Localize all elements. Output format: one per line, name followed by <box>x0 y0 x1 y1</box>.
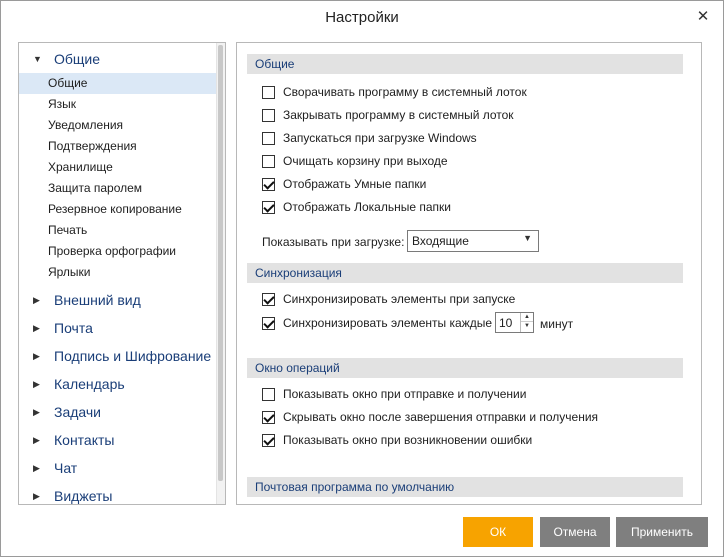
sidebar-scrollbar[interactable] <box>216 43 225 504</box>
section-header-sync: Синхронизация <box>247 263 683 283</box>
chevron-down-icon: ▼ <box>523 233 532 243</box>
option-label: Закрывать программу в системный лоток <box>283 108 514 122</box>
tree-category[interactable]: ▶ Почта <box>19 314 217 342</box>
sidebar-item[interactable]: Уведомления <box>19 115 217 136</box>
tree-category[interactable]: ▶ Чат <box>19 454 217 482</box>
sync-interval-unit: минут <box>540 317 574 331</box>
collapsed-arrow-icon: ▶ <box>33 323 40 333</box>
tree-category-label: Контакты <box>54 432 115 448</box>
checkbox[interactable] <box>262 293 275 306</box>
stepper-up-icon[interactable]: ▲ <box>521 313 533 322</box>
option-label: Запускаться при загрузке Windows <box>283 131 477 145</box>
option-label: Скрывать окно после завершения отправки … <box>283 410 599 424</box>
dialog-title: Настройки <box>325 9 399 26</box>
section-header-default-mail: Почтовая программа по умолчанию <box>247 477 683 497</box>
collapsed-arrow-icon: ▶ <box>33 463 40 473</box>
option-label: Синхронизировать элементы при запуске <box>283 292 516 306</box>
settings-panel: Общие Сворачивать программу в системный … <box>236 42 702 505</box>
stepper-down-icon[interactable]: ▼ <box>521 322 533 331</box>
tree-category-label: Виджеты <box>54 488 113 504</box>
option-label: Сворачивать программу в системный лоток <box>283 85 527 99</box>
sync-interval-stepper[interactable]: 10 ▲ ▼ <box>495 312 534 333</box>
option-label: Синхронизировать элементы каждые <box>283 316 493 330</box>
tree-category-label: Внешний вид <box>54 292 141 308</box>
sidebar-item[interactable]: Печать <box>19 220 217 241</box>
tree-category-label: Задачи <box>54 404 102 420</box>
tree-category[interactable]: ▶ Внешний вид <box>19 286 217 314</box>
tree-category[interactable]: ▶ Контакты <box>19 426 217 454</box>
sync-interval-value[interactable]: 10 <box>499 316 512 330</box>
apply-button[interactable]: Применить <box>616 517 708 547</box>
tree-category[interactable]: ▶ Календарь <box>19 370 217 398</box>
checkbox[interactable] <box>262 178 275 191</box>
tree-category-label: Календарь <box>54 376 125 392</box>
section-header-general: Общие <box>247 54 683 74</box>
tree-category-label: Общие <box>54 51 101 67</box>
tree-category[interactable]: ▶ Задачи <box>19 398 217 426</box>
sidebar-item[interactable]: Подтверждения <box>19 136 217 157</box>
settings-nav-tree: ▼ Общие Общие Язык Уведомления Подтверждени… <box>18 42 226 505</box>
startup-folder-label: Показывать при загрузке: <box>262 235 405 249</box>
option-label: Очищать корзину при выходе <box>283 154 448 168</box>
ok-button[interactable]: ОК <box>463 517 533 547</box>
close-icon[interactable]: ✕ <box>693 7 713 27</box>
checkbox[interactable] <box>262 201 275 214</box>
sidebar-item[interactable]: Ярлыки <box>19 262 217 283</box>
checkbox[interactable] <box>262 411 275 424</box>
sidebar-item[interactable]: Проверка орфографии <box>19 241 217 262</box>
collapsed-arrow-icon: ▶ <box>33 491 40 501</box>
collapsed-arrow-icon: ▶ <box>33 351 40 361</box>
title-bar: Настройки ✕ <box>1 1 723 35</box>
collapsed-arrow-icon: ▶ <box>33 379 40 389</box>
sidebar-item[interactable]: Резервное копирование <box>19 199 217 220</box>
startup-folder-select[interactable]: Входящие ▼ <box>407 230 539 252</box>
option-label: Отображать Локальные папки <box>283 200 451 214</box>
checkbox[interactable] <box>262 317 275 330</box>
settings-dialog: Настройки ✕ ▼ Общие Общие Язык Уведомления… <box>0 0 724 557</box>
option-label: Показывать окно при отправке и получении <box>283 387 527 401</box>
option-label: Показывать окно при возникновении ошибки <box>283 433 533 447</box>
collapsed-arrow-icon: ▶ <box>33 435 40 445</box>
checkbox[interactable] <box>262 155 275 168</box>
sidebar-item[interactable]: Язык <box>19 94 217 115</box>
tree-category-general[interactable]: ▼ Общие <box>19 43 217 73</box>
sidebar-item[interactable]: Общие <box>19 73 216 94</box>
startup-folder-value: Входящие <box>412 234 469 248</box>
expanded-arrow-icon: ▼ <box>33 54 42 64</box>
tree-category[interactable]: ▶ Виджеты <box>19 482 217 504</box>
sidebar-item[interactable]: Защита паролем <box>19 178 217 199</box>
checkbox[interactable] <box>262 434 275 447</box>
collapsed-arrow-icon: ▶ <box>33 295 40 305</box>
checkbox[interactable] <box>262 109 275 122</box>
checkbox[interactable] <box>262 388 275 401</box>
stepper-buttons: ▲ ▼ <box>520 313 533 332</box>
collapsed-arrow-icon: ▶ <box>33 407 40 417</box>
tree-category-label: Чат <box>54 460 78 476</box>
tree-category[interactable]: ▶ Подпись и Шифрование <box>19 342 217 370</box>
sidebar-item[interactable]: Хранилище <box>19 157 217 178</box>
cancel-button[interactable]: Отмена <box>540 517 610 547</box>
sidebar-scrollbar-thumb[interactable] <box>218 45 223 481</box>
checkbox[interactable] <box>262 132 275 145</box>
checkbox[interactable] <box>262 86 275 99</box>
tree-list: ▼ Общие Общие Язык Уведомления Подтверждени… <box>19 43 217 504</box>
section-header-operations: Окно операций <box>247 358 683 378</box>
option-label: Отображать Умные папки <box>283 177 427 191</box>
tree-category-label: Подпись и Шифрование <box>54 348 212 364</box>
tree-category-label: Почта <box>54 320 93 336</box>
